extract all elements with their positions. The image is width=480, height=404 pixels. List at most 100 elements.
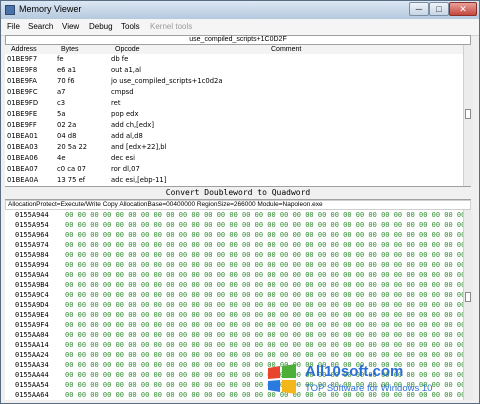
- menu-bar: File Search View Debug Tools Kernel tool…: [1, 19, 479, 36]
- disasm-row[interactable]: 01BEA03 20 5a 22 and [edx+22],bl: [5, 142, 463, 153]
- disasm-scroll-thumb[interactable]: [465, 109, 471, 119]
- menu-search[interactable]: Search: [28, 22, 53, 31]
- disasm-opcode: adc esi,[ebp-11]: [111, 176, 167, 184]
- disasm-row[interactable]: 01BE9FA 70 f6 jo use_compiled_scripts+1c0d…: [5, 76, 463, 87]
- disasm-bytes: 04 d8: [57, 132, 77, 140]
- windows-logo-icon: [268, 364, 296, 394]
- column-comment[interactable]: Comment: [271, 45, 301, 54]
- menu-kernel-tools[interactable]: Kernel tools: [150, 22, 192, 31]
- watermark-site: All10soft.com: [305, 363, 404, 380]
- hex-bytes: 00 00 00 00 00 00 00 00 00 00 00 00 00 0…: [65, 251, 463, 259]
- hex-scroll-thumb[interactable]: [465, 292, 471, 302]
- hex-address: 0155AA24: [15, 351, 49, 359]
- hex-address: 0155AA54: [15, 381, 49, 389]
- instruction-description-bar[interactable]: Convert Doubleword to Quadword: [5, 186, 471, 200]
- hex-bytes: 00 00 00 00 00 00 00 00 00 00 00 00 00 0…: [65, 231, 463, 239]
- disasm-opcode: pop edx: [111, 110, 139, 118]
- hex-row[interactable]: 0155A964 00 00 00 00 00 00 00 00 00 00 00…: [5, 230, 463, 240]
- hex-address: 0155A954: [15, 221, 49, 229]
- disasm-bytes: 13 75 ef: [57, 176, 86, 184]
- memory-info-line: AllocationProtect=Execute/Write Copy All…: [5, 200, 471, 210]
- hex-bytes: 00 00 00 00 00 00 00 00 00 00 00 00 00 0…: [65, 261, 463, 269]
- disasm-address: 01BEA03: [7, 143, 38, 151]
- hex-row[interactable]: 0155AA14 00 00 00 00 00 00 00 00 00 00 00…: [5, 340, 463, 350]
- watermark: All10soft.com TOP Software for Windows 1…: [265, 362, 477, 402]
- disasm-bytes: c3: [57, 99, 66, 107]
- disasm-bytes: a7: [57, 88, 66, 96]
- column-opcode[interactable]: Opcode: [115, 45, 140, 54]
- disasm-bytes: fe: [57, 55, 64, 63]
- maximize-button[interactable]: □: [429, 2, 449, 16]
- script-location-label: use_compiled_scripts+1C0D2F: [5, 35, 471, 45]
- menu-file[interactable]: File: [7, 22, 20, 31]
- disasm-address: 01BE9FC: [7, 88, 38, 96]
- disasm-row[interactable]: 01BE9FE 5a pop edx: [5, 109, 463, 120]
- disasm-opcode: add ch,[edx]: [111, 121, 154, 129]
- column-bytes[interactable]: Bytes: [61, 45, 79, 54]
- disasm-scrollbar[interactable]: [463, 45, 473, 186]
- disassembler-view[interactable]: 01BE9F7 fe db fe 01BE9F8 e6 a1 out a1,al 01BE9…: [5, 54, 463, 186]
- disasm-row[interactable]: 01BE9FF 02 2a add ch,[edx]: [5, 120, 463, 131]
- disasm-row[interactable]: 01BE9F7 fe db fe: [5, 54, 463, 65]
- watermark-tagline: TOP Software for Windows 10: [305, 383, 433, 394]
- disasm-row[interactable]: 01BEA07 c0 ca 07 ror dl,07: [5, 164, 463, 175]
- hex-address: 0155AA64: [15, 391, 49, 399]
- menu-debug[interactable]: Debug: [89, 22, 113, 31]
- disasm-row[interactable]: 01BEA01 04 d8 add al,d8: [5, 131, 463, 142]
- hex-row[interactable]: 0155A9E4 00 00 00 00 00 00 00 00 00 00 00…: [5, 310, 463, 320]
- disasm-row[interactable]: 01BE9FD c3 ret: [5, 98, 463, 109]
- hex-address: 0155A964: [15, 231, 49, 239]
- hex-row[interactable]: 0155A944 00 00 00 00 00 00 00 00 00 00 00…: [5, 210, 463, 220]
- disasm-row[interactable]: 01BE9F8 e6 a1 out a1,al: [5, 65, 463, 76]
- hex-address: 0155AA04: [15, 331, 49, 339]
- hex-bytes: 00 00 00 00 00 00 00 00 00 00 00 00 00 0…: [65, 271, 463, 279]
- hex-address: 0155A9E4: [15, 311, 49, 319]
- menu-tools[interactable]: Tools: [121, 22, 140, 31]
- hex-row[interactable]: 0155AA24 00 00 00 00 00 00 00 00 00 00 00…: [5, 350, 463, 360]
- close-button[interactable]: ✕: [449, 2, 477, 16]
- menu-view[interactable]: View: [62, 22, 79, 31]
- disasm-opcode: db fe: [111, 55, 129, 63]
- disasm-opcode: dec esi: [111, 154, 136, 162]
- disasm-row[interactable]: 01BE9FC a7 cmpsd: [5, 87, 463, 98]
- hex-bytes: 00 00 00 00 00 00 00 00 00 00 00 00 00 0…: [65, 321, 463, 329]
- disasm-bytes: 20 5a 22: [57, 143, 88, 151]
- disasm-address: 01BEA01: [7, 132, 38, 140]
- disasm-address: 01BE9FE: [7, 110, 38, 118]
- disasm-address: 01BE9F7: [7, 55, 38, 63]
- hex-row[interactable]: 0155A9B4 00 00 00 00 00 00 00 00 00 00 00…: [5, 280, 463, 290]
- hex-bytes: 00 00 00 00 00 00 00 00 00 00 00 00 00 0…: [65, 241, 463, 249]
- disasm-bytes: 02 2a: [57, 121, 77, 129]
- hex-row[interactable]: 0155A984 00 00 00 00 00 00 00 00 00 00 00…: [5, 250, 463, 260]
- hex-row[interactable]: 0155A974 00 00 00 00 00 00 00 00 00 00 00…: [5, 240, 463, 250]
- hex-row[interactable]: 0155A994 00 00 00 00 00 00 00 00 00 00 00…: [5, 260, 463, 270]
- disasm-bytes: 5a: [57, 110, 66, 118]
- disasm-opcode: out a1,al: [111, 66, 141, 74]
- disasm-address: 01BEA0A: [7, 176, 39, 184]
- disasm-row[interactable]: 01BEA06 4e dec esi: [5, 153, 463, 164]
- column-address[interactable]: Address: [11, 45, 37, 54]
- hex-address: 0155A9B4: [15, 281, 49, 289]
- disasm-address: 01BE9FF: [7, 121, 37, 129]
- hex-address: 0155A9F4: [15, 321, 49, 329]
- disasm-bytes: e6 a1: [57, 66, 77, 74]
- disasm-opcode: ror dl,07: [111, 165, 140, 173]
- title-bar[interactable]: Memory Viewer ─ □ ✕: [1, 1, 479, 20]
- hex-row[interactable]: 0155A9A4 00 00 00 00 00 00 00 00 00 00 00…: [5, 270, 463, 280]
- hex-row[interactable]: 0155A9C4 00 00 00 00 00 00 00 00 00 00 00…: [5, 290, 463, 300]
- hex-bytes: 00 00 00 00 00 00 00 00 00 00 00 00 00 0…: [65, 291, 463, 299]
- disasm-row[interactable]: 01BEA0A 13 75 ef adc esi,[ebp-11]: [5, 175, 463, 186]
- hex-address: 0155A9A4: [15, 271, 49, 279]
- hex-row[interactable]: 0155A9F4 00 00 00 00 00 00 00 00 00 00 00…: [5, 320, 463, 330]
- app-icon: [5, 5, 15, 15]
- disasm-address: 01BEA07: [7, 165, 38, 173]
- hex-row[interactable]: 0155A9D4 00 00 00 00 00 00 00 00 00 00 00…: [5, 300, 463, 310]
- hex-row[interactable]: 0155AA04 00 00 00 00 00 00 00 00 00 00 00…: [5, 330, 463, 340]
- disasm-opcode: and [edx+22],bl: [111, 143, 167, 151]
- hex-address: 0155A9C4: [15, 291, 49, 299]
- hex-row[interactable]: 0155A954 00 00 00 00 00 00 00 00 00 00 00…: [5, 220, 463, 230]
- hex-address: 0155A974: [15, 241, 49, 249]
- disasm-address: 01BE9FA: [7, 77, 37, 85]
- minimize-button[interactable]: ─: [409, 2, 429, 16]
- hex-bytes: 00 00 00 00 00 00 00 00 00 00 00 00 00 0…: [65, 351, 463, 359]
